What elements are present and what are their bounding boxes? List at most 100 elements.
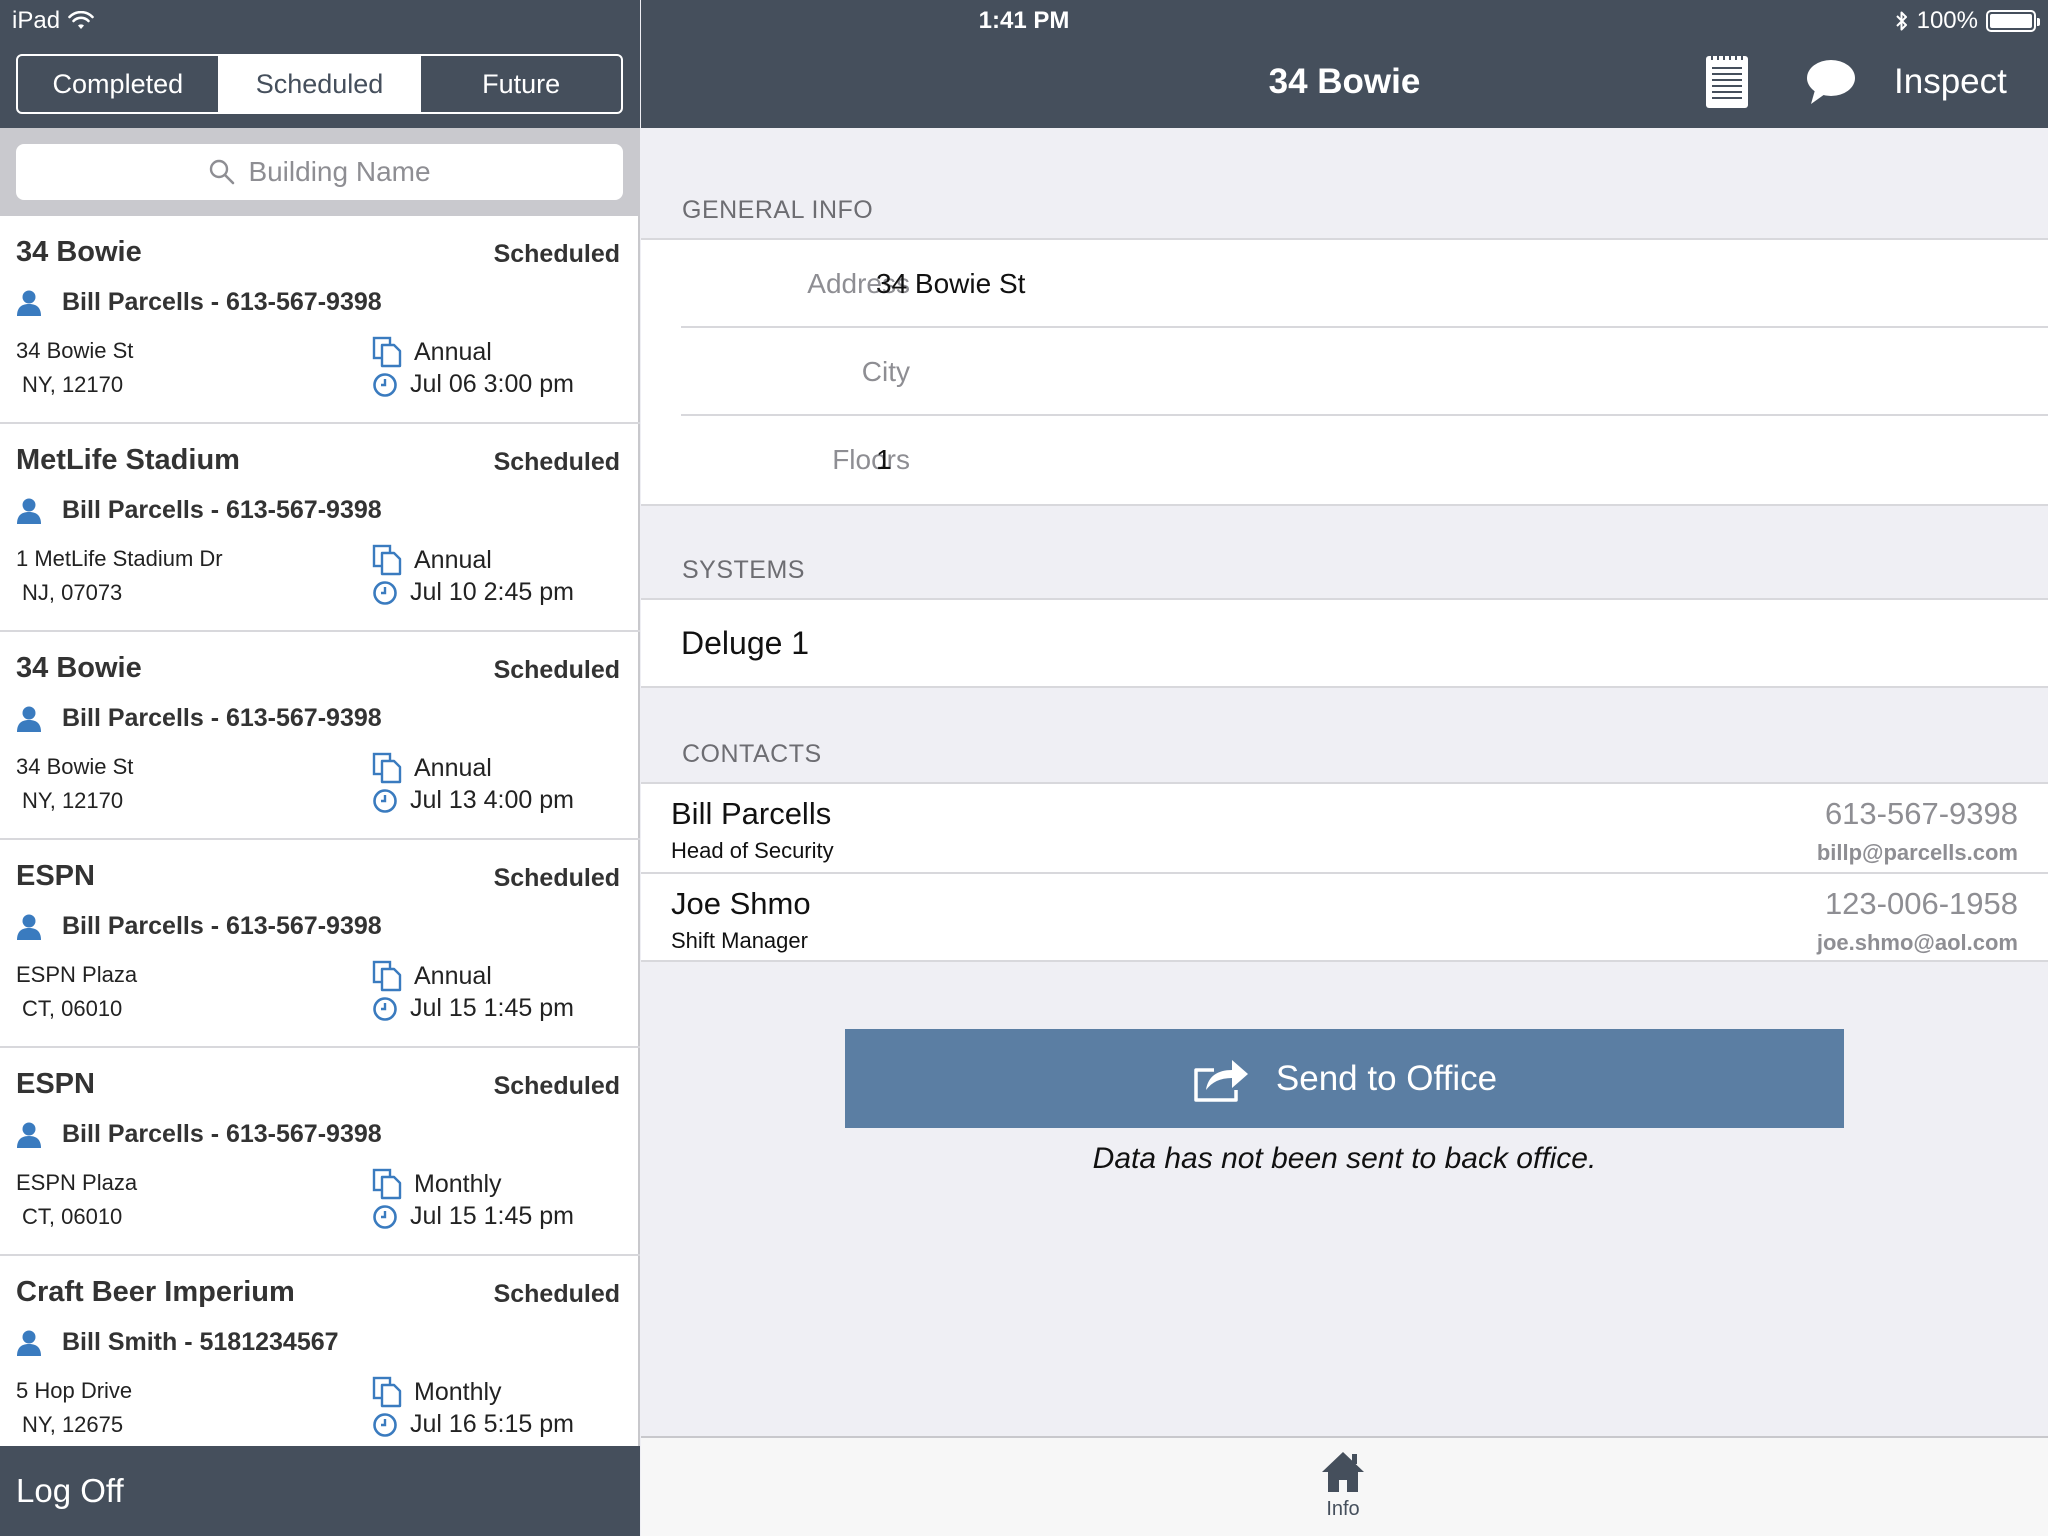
segment-completed[interactable]: Completed: [18, 56, 220, 112]
segment-future[interactable]: Future: [421, 56, 621, 112]
address-value: 34 Bowie St: [876, 268, 1026, 299]
contacts-heading: CONTACTS: [682, 740, 822, 768]
contact-phone[interactable]: 613-567-9398: [1825, 796, 2018, 832]
message-button[interactable]: [1805, 58, 1857, 111]
clock-icon: [373, 580, 397, 605]
general-info-group: Address 34 Bowie St City Floors 1: [641, 238, 2048, 506]
datetime-text: Jul 16 5:15 pm: [410, 1410, 574, 1438]
contact-line: Bill Parcells - 613-567-9398: [16, 288, 382, 317]
frequency-text: Annual: [414, 545, 492, 574]
address-line-1: ESPN Plaza: [16, 1170, 138, 1195]
status-bar: iPad 1:41 PM 100%: [0, 0, 2048, 42]
scheduled-time: Jul 10 2:45 pm: [372, 578, 574, 607]
status-label: Scheduled: [493, 656, 620, 684]
address-line-2: NY, 12170: [22, 788, 124, 813]
city-label: City: [861, 356, 910, 387]
datetime-text: Jul 10 2:45 pm: [410, 578, 574, 606]
floors-row: Floors 1: [641, 416, 2048, 504]
list-item[interactable]: ESPN Scheduled Bill Parcells - 613-567-9…: [0, 840, 640, 1048]
frequency-text: Monthly: [414, 1377, 502, 1406]
contact-text: Bill Parcells - 613-567-9398: [62, 1120, 382, 1148]
list-item[interactable]: ESPN Scheduled Bill Parcells - 613-567-9…: [0, 1048, 640, 1256]
datetime-text: Jul 15 1:45 pm: [410, 1202, 574, 1230]
scheduled-time: Jul 06 3:00 pm: [372, 370, 574, 399]
contact-email[interactable]: joe.shmo@aol.com: [1817, 930, 2018, 956]
scheduled-time: Jul 15 1:45 pm: [372, 1202, 574, 1231]
chat-bubble-icon: [1807, 60, 1855, 104]
contact-line: Bill Smith - 5181234567: [16, 1328, 339, 1357]
status-time: 1:41 PM: [978, 7, 1070, 34]
frequency: Annual: [372, 752, 492, 784]
send-to-office-button[interactable]: Send to Office: [845, 1029, 1844, 1128]
segment-scheduled[interactable]: Scheduled: [219, 56, 422, 112]
send-status-message: Data has not been sent to back office.: [1092, 1142, 1597, 1175]
contact-line: Bill Parcells - 613-567-9398: [16, 496, 382, 525]
datetime-text: Jul 15 1:45 pm: [410, 994, 574, 1022]
address-line-2: NY, 12170: [22, 372, 124, 397]
status-label: Scheduled: [493, 240, 620, 268]
building-name: ESPN: [16, 1068, 95, 1100]
log-off-button[interactable]: Log Off: [0, 1446, 640, 1536]
search-bar: Building Name: [0, 128, 640, 216]
scheduled-time: Jul 15 1:45 pm: [372, 994, 574, 1023]
list-item[interactable]: Craft Beer Imperium Scheduled Bill Smith…: [0, 1256, 640, 1446]
contact-line: Bill Parcells - 613-567-9398: [16, 1120, 382, 1149]
contact-email[interactable]: billp@parcells.com: [1817, 840, 2018, 866]
schedule-segmented-control: Completed Scheduled Future: [16, 54, 623, 114]
status-label: Scheduled: [493, 448, 620, 476]
address-line-1: 34 Bowie St: [16, 754, 134, 779]
building-name: ESPN: [16, 860, 95, 892]
person-icon: [17, 914, 41, 940]
address-line-2: CT, 06010: [22, 996, 123, 1021]
scheduled-time: Jul 16 5:15 pm: [372, 1410, 574, 1439]
contacts-group: Bill Parcells Head of Security 613-567-9…: [641, 782, 2048, 962]
frequency: Annual: [372, 544, 492, 576]
contact-text: Bill Parcells - 613-567-9398: [62, 912, 382, 940]
address-line-1: 5 Hop Drive: [16, 1378, 133, 1403]
battery-percent: 100%: [1916, 7, 1978, 34]
notes-button[interactable]: [1704, 52, 1750, 115]
list-item[interactable]: MetLife Stadium Scheduled Bill Parcells …: [0, 424, 640, 632]
city-row: City: [641, 328, 2048, 416]
system-item[interactable]: Deluge 1: [641, 600, 2048, 686]
contact-name: Bill Parcells: [671, 796, 832, 831]
address-line-1: ESPN Plaza: [16, 962, 138, 987]
inspection-list-panel: Completed Scheduled Future Building Name…: [0, 0, 640, 1536]
datetime-text: Jul 13 4:00 pm: [410, 786, 574, 814]
building-name: 34 Bowie: [16, 652, 142, 684]
contact-role: Head of Security: [671, 838, 834, 863]
frequency-text: Monthly: [414, 1169, 502, 1198]
contact-text: Bill Parcells - 613-567-9398: [62, 704, 382, 732]
systems-group: Deluge 1: [641, 598, 2048, 688]
contact-text: Bill Parcells - 613-567-9398: [62, 496, 382, 524]
contact-row[interactable]: Joe Shmo Shift Manager 123-006-1958 joe.…: [641, 872, 2048, 960]
building-name: Craft Beer Imperium: [16, 1276, 295, 1308]
address-line-2: CT, 06010: [22, 1204, 123, 1229]
frequency: Annual: [372, 960, 492, 992]
contact-phone[interactable]: 123-006-1958: [1825, 886, 2018, 922]
frequency: Monthly: [372, 1168, 502, 1200]
clock-icon: [373, 1204, 397, 1229]
document-icon: [372, 1168, 402, 1200]
address-line-1: 1 MetLife Stadium Dr: [16, 546, 223, 571]
inspect-button[interactable]: Inspect: [1894, 62, 2007, 102]
list-item[interactable]: 34 Bowie Scheduled Bill Parcells - 613-5…: [0, 216, 640, 424]
building-name: MetLife Stadium: [16, 444, 240, 476]
list-item[interactable]: 34 Bowie Scheduled Bill Parcells - 613-5…: [0, 632, 640, 840]
search-placeholder: Building Name: [248, 156, 431, 187]
document-icon: [372, 1376, 402, 1408]
document-icon: [372, 960, 402, 992]
person-icon: [17, 1122, 41, 1148]
contact-text: Bill Parcells - 613-567-9398: [62, 288, 382, 316]
status-label: Scheduled: [493, 1072, 620, 1100]
tab-info[interactable]: Info: [1303, 1450, 1383, 1521]
search-input[interactable]: Building Name: [16, 144, 623, 200]
floors-label: Floors: [832, 444, 910, 475]
person-icon: [17, 290, 41, 316]
systems-heading: SYSTEMS: [682, 556, 805, 584]
clock-icon: [373, 996, 397, 1021]
battery-icon: [1986, 10, 2040, 32]
address-line-2: NY, 12675: [22, 1412, 124, 1437]
contact-row[interactable]: Bill Parcells Head of Security 613-567-9…: [641, 784, 2048, 872]
status-label: Scheduled: [493, 864, 620, 892]
